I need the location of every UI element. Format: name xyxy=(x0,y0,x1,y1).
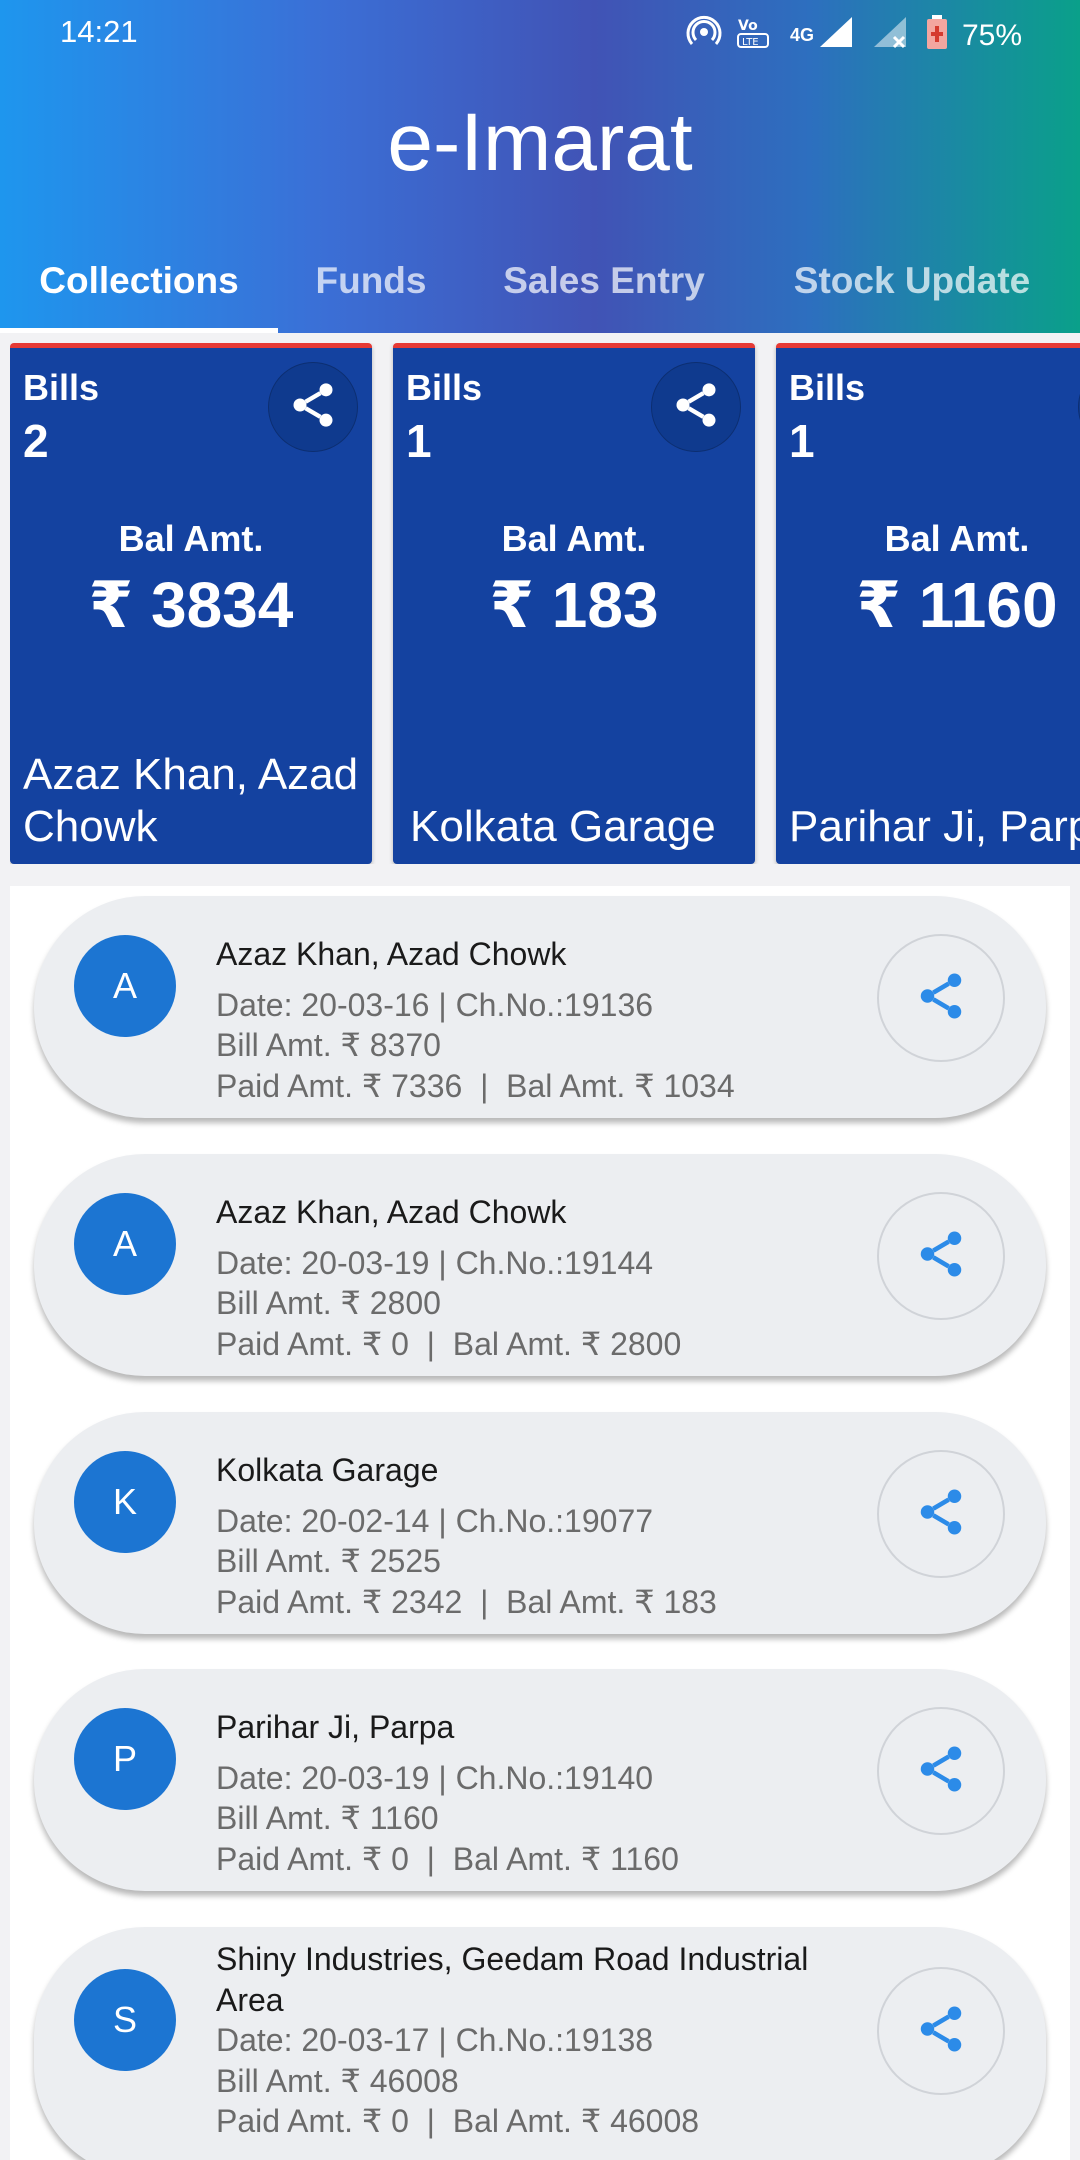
customer-name: Azaz Khan, Azad Chowk xyxy=(216,936,567,972)
list-item[interactable]: K Kolkata Garage Date: 20-02-14 | Ch.No.… xyxy=(34,1412,1046,1634)
bills-count: 1 xyxy=(406,415,432,467)
tab-bar: Collections Funds Sales Entry Stock Upda… xyxy=(0,228,1080,333)
bills-count: 1 xyxy=(789,415,815,467)
list-item[interactable]: P Parihar Ji, Parpa Date: 20-03-19 | Ch.… xyxy=(34,1669,1046,1891)
share-icon xyxy=(914,2002,968,2061)
share-button[interactable] xyxy=(877,1967,1005,2095)
status-icons: Vo LTE 4G 75% xyxy=(686,14,1022,57)
share-icon xyxy=(287,379,339,436)
svg-text:LTE: LTE xyxy=(742,37,759,48)
share-button[interactable] xyxy=(877,1450,1005,1578)
bills-label: Bills xyxy=(23,367,100,408)
bill-amount: Bill Amt. ₹ 1160 xyxy=(216,1800,439,1836)
bills-count: 2 xyxy=(23,415,49,467)
summary-cards-row[interactable]: Bills 2 Bal Amt. ₹ 3834 Azaz Khan, Azad … xyxy=(10,343,1080,864)
share-icon xyxy=(914,969,968,1028)
balance-amount: ₹ 1160 xyxy=(856,569,1058,641)
avatar: S xyxy=(74,1969,176,2071)
avatar: A xyxy=(74,935,176,1037)
share-button[interactable] xyxy=(877,1192,1005,1320)
signal-no-service-icon xyxy=(872,15,912,56)
paid-balance-amount: Paid Amt. ₹ 2342 | Bal Amt. ₹ 183 xyxy=(216,1583,717,1620)
bill-date-challan: Date: 20-02-14 | Ch.No.:19077 xyxy=(216,1502,654,1539)
bill-date-challan: Date: 20-03-17 | Ch.No.:19138 xyxy=(216,2022,654,2058)
battery-percent: 75% xyxy=(961,18,1022,52)
svg-text:Vo: Vo xyxy=(738,18,758,34)
customer-name: Parihar Ji, Parpa xyxy=(216,1709,455,1745)
bill-details: Parihar Ji, Parpa Date: 20-03-19 | Ch.No… xyxy=(216,1707,856,1879)
avatar: K xyxy=(74,1451,176,1553)
customer-name: Shiny Industries, Geedam Road Industrial… xyxy=(216,1941,809,2018)
bills-list[interactable]: A Azaz Khan, Azad Chowk Date: 20-03-16 |… xyxy=(10,886,1070,2160)
avatar: A xyxy=(74,1193,176,1295)
share-icon xyxy=(914,1485,968,1544)
share-button[interactable] xyxy=(877,1707,1005,1835)
customer-name: Kolkata Garage xyxy=(410,801,716,851)
bill-date-challan: Date: 20-03-19 | Ch.No.:19144 xyxy=(216,1244,654,1281)
avatar: P xyxy=(74,1708,176,1810)
bill-amount: Bill Amt. ₹ 2800 xyxy=(216,1285,441,1321)
app-header: 14:21 Vo LTE 4G 75% e-Imarat Collections … xyxy=(0,0,1080,333)
status-time: 14:21 xyxy=(60,14,138,49)
bill-details: Shiny Industries, Geedam Road Industrial… xyxy=(216,1939,856,2142)
tab-funds[interactable]: Funds xyxy=(278,228,464,333)
share-icon xyxy=(914,1227,968,1286)
volte-icon: Vo LTE xyxy=(736,14,776,57)
balance-label: Bal Amt. xyxy=(118,518,264,559)
paid-balance-amount: Paid Amt. ₹ 0 | Bal Amt. ₹ 46008 xyxy=(216,2103,700,2139)
bill-amount: Bill Amt. ₹ 8370 xyxy=(216,1027,441,1063)
customer-name: Parihar Ji, Parpa xyxy=(789,801,1080,851)
list-item[interactable]: A Azaz Khan, Azad Chowk Date: 20-03-19 |… xyxy=(34,1154,1046,1376)
bill-details: Kolkata Garage Date: 20-02-14 | Ch.No.:1… xyxy=(216,1450,856,1622)
bill-date-challan: Date: 20-03-19 | Ch.No.:19140 xyxy=(216,1759,654,1796)
app-title: e-Imarat xyxy=(387,97,693,188)
customer-name: Azaz Khan, Azad Chowk xyxy=(23,750,359,851)
bill-details: Azaz Khan, Azad Chowk Date: 20-03-19 | C… xyxy=(216,1192,856,1364)
summary-card[interactable]: Bills 1 Bal Amt. ₹ 1160 Parihar Ji, Parp… xyxy=(776,343,1080,864)
tab-collections[interactable]: Collections xyxy=(0,228,278,333)
share-icon xyxy=(670,379,722,436)
network-type: 4G xyxy=(789,25,814,45)
status-bar: 14:21 Vo LTE 4G 75% xyxy=(0,0,1080,68)
tab-stock-update[interactable]: Stock Update xyxy=(744,228,1080,333)
signal-icon xyxy=(818,15,858,56)
bill-date-challan: Date: 20-03-16 | Ch.No.:19136 xyxy=(216,986,654,1023)
paid-balance-amount: Paid Amt. ₹ 0 | Bal Amt. ₹ 2800 xyxy=(216,1325,682,1362)
paid-balance-amount: Paid Amt. ₹ 0 | Bal Amt. ₹ 1160 xyxy=(216,1840,679,1877)
list-item[interactable]: S Shiny Industries, Geedam Road Industri… xyxy=(34,1927,1046,2160)
customer-name: Azaz Khan, Azad Chowk xyxy=(216,1194,567,1230)
balance-label: Bal Amt. xyxy=(501,518,647,559)
bill-amount: Bill Amt. ₹ 46008 xyxy=(216,2062,459,2099)
tab-sales-entry[interactable]: Sales Entry xyxy=(464,228,744,333)
list-item[interactable]: A Azaz Khan, Azad Chowk Date: 20-03-16 |… xyxy=(34,896,1046,1118)
hotspot-icon xyxy=(686,14,722,57)
battery-icon xyxy=(926,14,948,57)
summary-card[interactable]: Bills 1 Bal Amt. ₹ 183 Kolkata Garage xyxy=(393,343,755,864)
share-button[interactable] xyxy=(651,362,741,452)
balance-label: Bal Amt. xyxy=(884,518,1030,559)
balance-amount: ₹ 183 xyxy=(489,569,659,641)
paid-balance-amount: Paid Amt. ₹ 7336 | Bal Amt. ₹ 1034 xyxy=(216,1067,735,1104)
share-button[interactable] xyxy=(877,934,1005,1062)
bill-details: Azaz Khan, Azad Chowk Date: 20-03-16 | C… xyxy=(216,934,856,1106)
share-button[interactable] xyxy=(268,362,358,452)
bills-label: Bills xyxy=(789,367,866,408)
bill-amount: Bill Amt. ₹ 2525 xyxy=(216,1543,441,1579)
customer-name: Kolkata Garage xyxy=(216,1452,439,1488)
bills-label: Bills xyxy=(406,367,483,408)
balance-amount: ₹ 3834 xyxy=(88,569,294,641)
summary-card[interactable]: Bills 2 Bal Amt. ₹ 3834 Azaz Khan, Azad … xyxy=(10,343,372,864)
share-icon xyxy=(914,1742,968,1801)
